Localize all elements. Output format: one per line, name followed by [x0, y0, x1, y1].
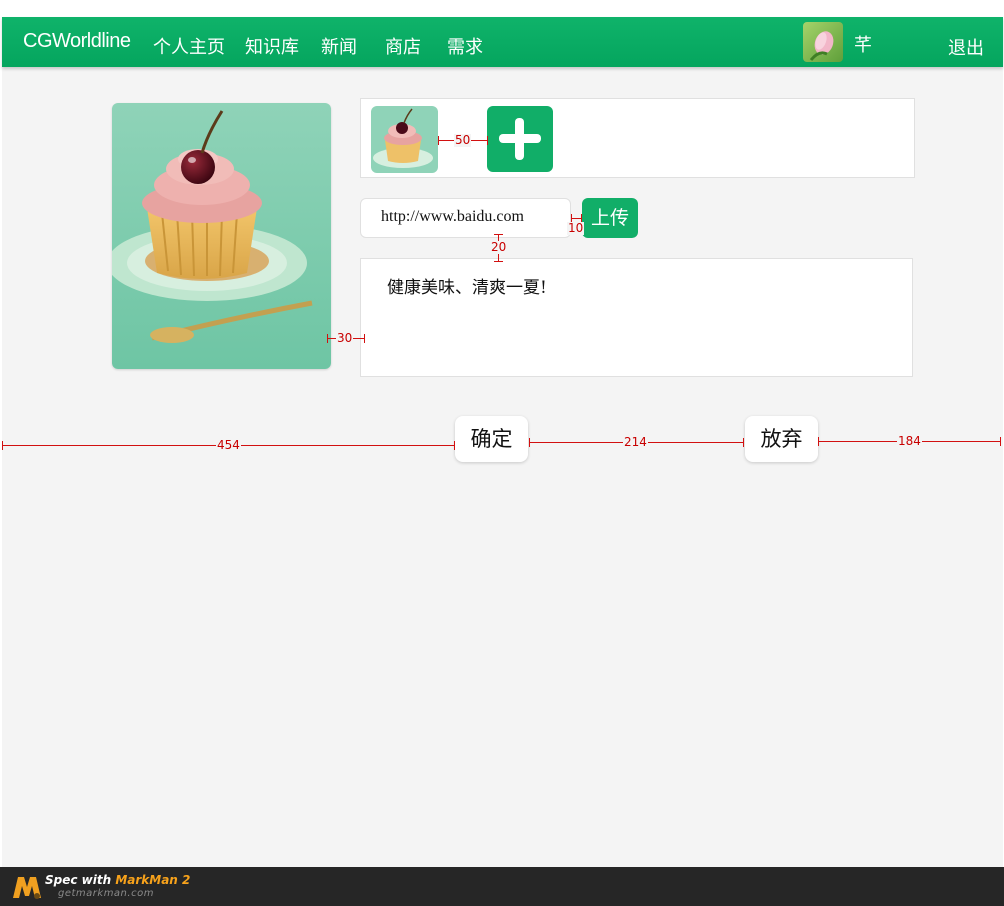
measure-label-right-margin: 184	[897, 434, 922, 448]
description-textarea[interactable]: 健康美味、清爽一夏!	[360, 258, 913, 377]
add-image-button[interactable]	[487, 106, 553, 172]
nav-link-home[interactable]: 个人主页	[153, 33, 225, 59]
upload-button[interactable]: 上传	[582, 198, 638, 238]
measure-line-url-upload-gap	[571, 214, 582, 223]
image-thumbnail[interactable]	[371, 106, 438, 173]
measure-label-button-gap: 214	[623, 435, 648, 449]
user-name[interactable]: 芊	[854, 31, 872, 57]
markman-footer: Spec with MarkMan 2 getmarkman.com	[0, 867, 1004, 906]
measure-label-thumb-gap: 50	[454, 133, 472, 147]
top-navbar: CGWorldline 个人主页 知识库 新闻 商店 需求 芊 退出	[2, 17, 1003, 67]
nav-link-store[interactable]: 商店	[385, 33, 421, 59]
nav-link-news[interactable]: 新闻	[321, 33, 357, 59]
measure-label-url-desc-gap: 20	[490, 240, 508, 254]
markman-logo-icon	[13, 877, 41, 899]
confirm-button[interactable]: 确定	[455, 416, 528, 462]
markman-spec-label: Spec with	[45, 873, 112, 887]
cancel-button[interactable]: 放弃	[745, 416, 818, 462]
measure-label-image-desc-gap: 30	[336, 331, 354, 345]
measure-label-left-margin: 454	[216, 438, 241, 452]
logout-link[interactable]: 退出	[948, 34, 984, 60]
image-thumbnail-bar	[360, 98, 915, 178]
image-url-input[interactable]: http://www.baidu.com	[360, 198, 571, 238]
user-avatar[interactable]	[803, 22, 843, 62]
markman-spec-text: Spec with MarkMan 2	[45, 873, 190, 887]
cupcake-preview-image	[112, 103, 331, 369]
brand-logo[interactable]: CGWorldline	[23, 30, 131, 53]
nav-link-demand[interactable]: 需求	[447, 33, 483, 59]
markman-brand-label: MarkMan 2	[115, 873, 191, 887]
nav-link-knowledge[interactable]: 知识库	[245, 33, 299, 59]
measure-label-url-upload-gap: 10	[567, 221, 585, 235]
markman-site-link[interactable]: getmarkman.com	[58, 888, 154, 899]
